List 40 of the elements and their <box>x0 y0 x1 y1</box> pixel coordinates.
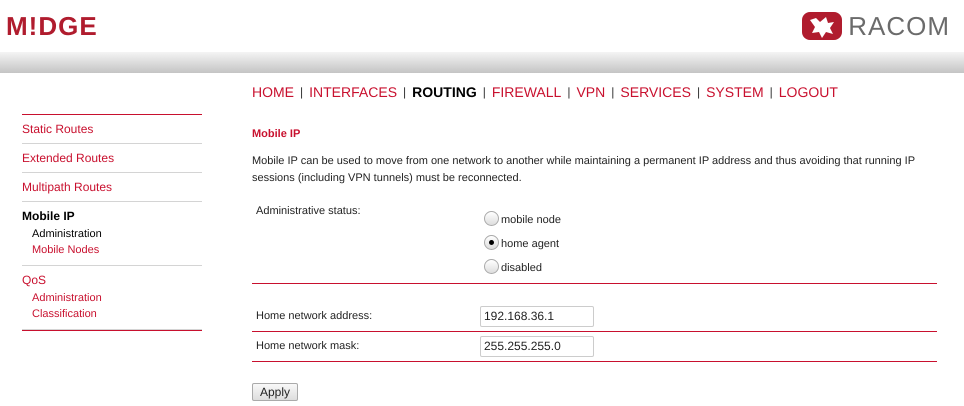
page-title: Mobile IP <box>252 127 302 142</box>
input-field[interactable]: 192.168.36.1 <box>480 306 594 326</box>
description: Mobile IP can be used to move from one network to another while maintaining a permanent IP address and thus avoiding that running IP sessions (including VPN tunnels) must be reconnected. <box>252 154 916 186</box>
nav-separator: | <box>403 84 406 101</box>
nav-tab[interactable]: SYSTEM <box>706 82 764 102</box>
radio-button[interactable] <box>484 235 499 250</box>
midge-logo: M!DGE <box>6 10 98 42</box>
field-label: Home network mask: <box>255 338 360 354</box>
nav-separator: | <box>770 84 773 101</box>
radio-option[interactable]: home agent <box>484 230 561 254</box>
field-label: Administrative status: <box>255 204 362 218</box>
nav-separator: | <box>482 84 486 101</box>
nav-separator: | <box>696 84 700 101</box>
sidebar-subitem[interactable]: Administration <box>22 226 202 242</box>
sidebar-subitem[interactable]: Classification <box>22 306 202 322</box>
racom-logo: RACOM <box>848 10 950 42</box>
radio-option[interactable]: disabled <box>484 254 561 278</box>
nav-tab[interactable]: SERVICES <box>620 82 691 102</box>
nav-separator: | <box>300 84 304 101</box>
sidebar-item[interactable]: Multipath Routes <box>22 180 202 194</box>
sidebar-item[interactable]: Mobile IP <box>22 209 202 223</box>
input-field[interactable]: 255.255.255.0 <box>480 336 594 356</box>
sidebar-item[interactable]: QoS <box>22 273 202 287</box>
sidebar-item[interactable]: Extended Routes <box>22 151 202 165</box>
apply-button[interactable]: Apply <box>252 382 298 400</box>
sidebar-subitem[interactable]: Mobile Nodes <box>22 242 202 258</box>
radio-button[interactable] <box>484 211 499 226</box>
sidebar-item[interactable]: Static Routes <box>22 122 202 136</box>
nav-tab[interactable]: LOGOUT <box>778 82 838 102</box>
nav-separator: | <box>611 84 614 101</box>
nav-tab[interactable]: VPN <box>576 82 606 102</box>
nav-tab[interactable]: INTERFACES <box>309 82 398 102</box>
radio-button[interactable] <box>484 259 499 274</box>
nav-tab[interactable]: FIREWALL <box>492 82 562 102</box>
nav-separator: | <box>567 84 570 101</box>
nav-tab[interactable]: ROUTING <box>412 82 477 102</box>
field-label: Home network address: <box>255 308 374 324</box>
nav-tab[interactable]: HOME <box>252 82 294 102</box>
radio-option[interactable]: mobile node <box>484 206 561 230</box>
sidebar-subitem[interactable]: Administration <box>22 290 202 306</box>
